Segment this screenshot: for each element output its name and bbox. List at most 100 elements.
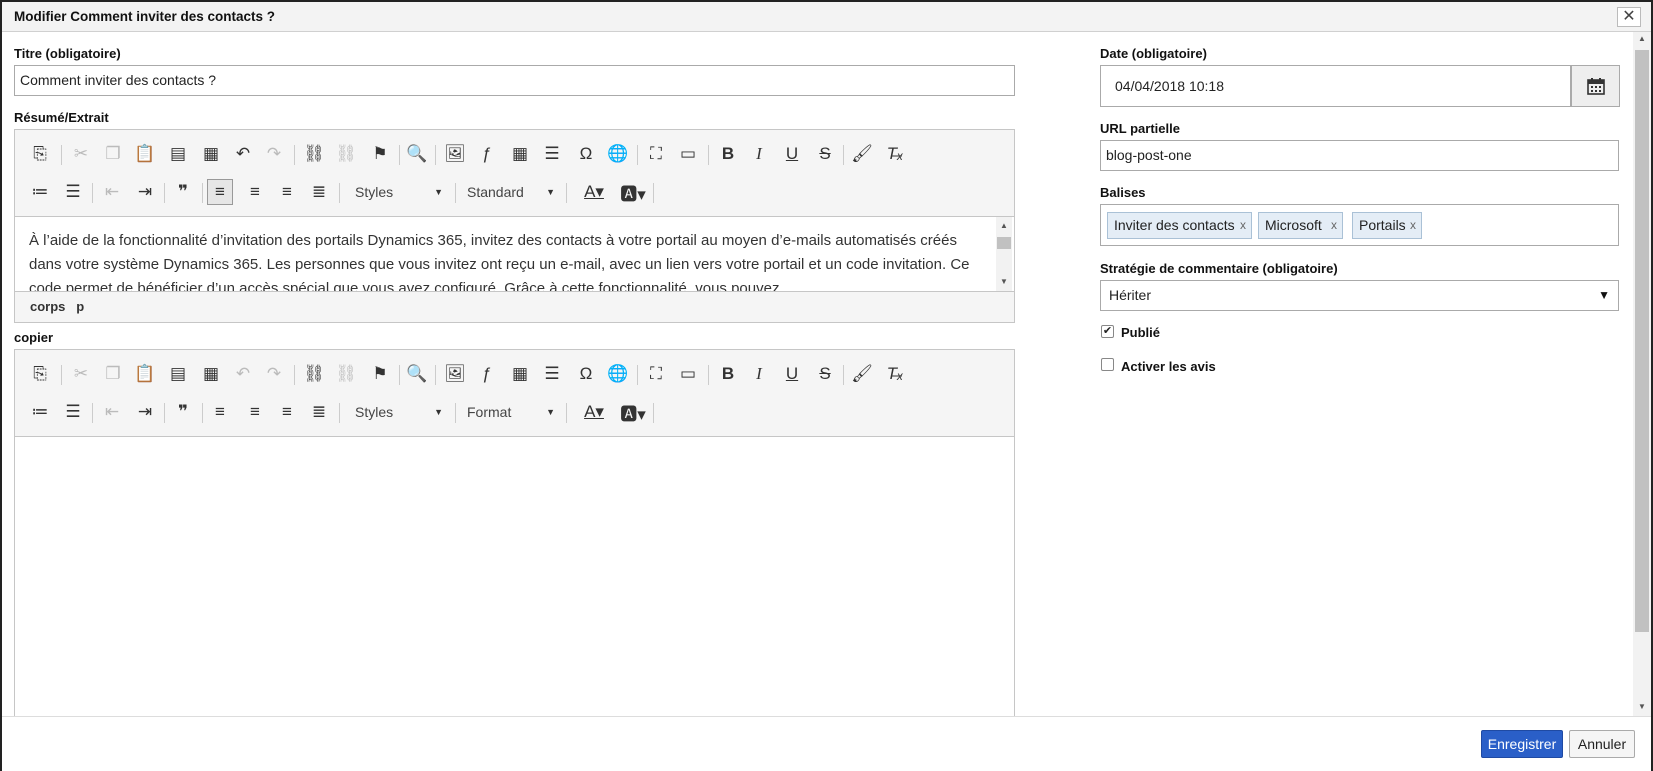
find-icon[interactable]: 🔍 xyxy=(404,141,430,167)
enable-reviews-checkbox[interactable] xyxy=(1101,358,1114,371)
align-right-icon[interactable]: ≡ xyxy=(274,399,300,425)
align-left-icon[interactable]: ≡ xyxy=(207,399,233,425)
show-blocks-icon[interactable]: ▭ xyxy=(675,141,701,167)
underline-icon[interactable]: U xyxy=(779,141,805,167)
remove-tag-icon[interactable]: x xyxy=(1410,213,1416,238)
background-color-icon[interactable]: 🅰▾ xyxy=(616,179,650,205)
outdent-icon[interactable]: ⇤ xyxy=(99,399,125,425)
cancel-button[interactable]: Annuler xyxy=(1569,730,1635,758)
cut-icon[interactable]: ✂ xyxy=(68,361,94,387)
summary-scrollbar[interactable]: ▲ ▼ xyxy=(996,217,1012,291)
summary-editor-content[interactable]: À l’aide de la fonctionnalité d’invitati… xyxy=(15,216,1014,292)
justify-icon[interactable]: ≣ xyxy=(306,179,332,205)
redo-icon[interactable]: ↷ xyxy=(261,141,287,167)
align-right-icon[interactable]: ≡ xyxy=(274,179,300,205)
scroll-up-icon[interactable]: ▲ xyxy=(1638,34,1646,43)
remove-tag-icon[interactable]: x xyxy=(1331,213,1337,238)
numbered-list-icon[interactable]: ≔ xyxy=(27,179,53,205)
copy-icon[interactable]: ❐ xyxy=(100,141,126,167)
scroll-down-icon[interactable]: ▼ xyxy=(1638,702,1646,711)
anchor-flag-icon[interactable]: ⚑ xyxy=(367,141,393,167)
image-icon[interactable]: 🖼 xyxy=(442,361,468,387)
path-item-body[interactable]: corps xyxy=(30,299,65,314)
blockquote-icon[interactable]: ❞ xyxy=(170,179,196,205)
horizontal-rule-icon[interactable]: ☰ xyxy=(539,141,565,167)
format-painter-icon[interactable]: 🖌 xyxy=(849,141,875,167)
save-button[interactable]: Enregistrer xyxy=(1481,730,1563,758)
anchor-flag-icon[interactable]: ⚑ xyxy=(367,361,393,387)
maximize-icon[interactable]: ⛶ xyxy=(643,361,669,387)
outdent-icon[interactable]: ⇤ xyxy=(99,179,125,205)
link-icon[interactable]: ⛓ xyxy=(301,141,327,167)
paste-text-icon[interactable]: ▤ xyxy=(165,141,191,167)
source-icon[interactable]: ⎘ xyxy=(27,141,53,167)
published-checkbox[interactable]: ✔ xyxy=(1101,325,1114,338)
scroll-thumb[interactable] xyxy=(1635,50,1649,632)
justify-icon[interactable]: ≣ xyxy=(306,399,332,425)
align-center-icon[interactable]: ≡ xyxy=(242,179,268,205)
italic-icon[interactable]: I xyxy=(746,141,772,167)
background-color-icon[interactable]: 🅰▾ xyxy=(616,399,650,425)
special-char-icon[interactable]: Ω xyxy=(573,141,599,167)
italic-icon[interactable]: I xyxy=(746,361,772,387)
bullet-list-icon[interactable]: ☰ xyxy=(60,399,86,425)
format-dropdown[interactable]: Format ▼ xyxy=(467,401,555,423)
bullet-list-icon[interactable]: ☰ xyxy=(60,179,86,205)
indent-icon[interactable]: ⇥ xyxy=(132,179,158,205)
unlink-icon[interactable]: ⛓ xyxy=(333,141,359,167)
cut-icon[interactable]: ✂ xyxy=(68,141,94,167)
paste-icon[interactable]: 📋 xyxy=(132,141,158,167)
text-color-icon[interactable]: A▾ xyxy=(577,179,611,205)
dialog-scrollbar[interactable]: ▲ ▼ xyxy=(1633,32,1651,716)
paste-icon[interactable]: 📋 xyxy=(132,361,158,387)
flash-icon[interactable]: ƒ xyxy=(474,361,500,387)
link-icon[interactable]: ⛓ xyxy=(301,361,327,387)
redo-icon[interactable]: ↷ xyxy=(261,361,287,387)
paste-word-icon[interactable]: ▦ xyxy=(198,141,224,167)
remove-format-icon[interactable]: T̶ₓ xyxy=(882,141,908,167)
horizontal-rule-icon[interactable]: ☰ xyxy=(539,361,565,387)
comment-policy-select[interactable]: Hériter ▼ xyxy=(1100,280,1619,311)
remove-format-icon[interactable]: T̶ₓ xyxy=(882,361,908,387)
undo-icon[interactable]: ↶ xyxy=(230,361,256,387)
numbered-list-icon[interactable]: ≔ xyxy=(27,399,53,425)
show-blocks-icon[interactable]: ▭ xyxy=(675,361,701,387)
styles-dropdown[interactable]: Styles ▼ xyxy=(355,401,443,423)
tags-input[interactable]: Inviter des contacts x Microsoft x Porta… xyxy=(1100,204,1619,246)
table-icon[interactable]: ▦ xyxy=(507,141,533,167)
remove-tag-icon[interactable]: x xyxy=(1240,213,1246,238)
indent-icon[interactable]: ⇥ xyxy=(132,399,158,425)
strikethrough-icon[interactable]: S xyxy=(812,361,838,387)
unlink-icon[interactable]: ⛓ xyxy=(333,361,359,387)
source-icon[interactable]: ⎘ xyxy=(27,361,53,387)
url-input[interactable]: blog-post-one xyxy=(1100,140,1619,171)
paste-text-icon[interactable]: ▤ xyxy=(165,361,191,387)
iframe-globe-icon[interactable]: 🌐 xyxy=(605,361,631,387)
blockquote-icon[interactable]: ❞ xyxy=(170,399,196,425)
format-dropdown[interactable]: Standard ▼ xyxy=(467,181,555,203)
align-center-icon[interactable]: ≡ xyxy=(242,399,268,425)
styles-dropdown[interactable]: Styles ▼ xyxy=(355,181,443,203)
maximize-icon[interactable]: ⛶ xyxy=(643,141,669,167)
align-left-icon[interactable]: ≡ xyxy=(207,179,233,205)
calendar-button[interactable] xyxy=(1571,65,1620,107)
find-icon[interactable]: 🔍 xyxy=(404,361,430,387)
special-char-icon[interactable]: Ω xyxy=(573,361,599,387)
table-icon[interactable]: ▦ xyxy=(507,361,533,387)
text-color-icon[interactable]: A▾ xyxy=(577,399,611,425)
scroll-thumb[interactable] xyxy=(997,237,1011,249)
strikethrough-icon[interactable]: S xyxy=(812,141,838,167)
bold-icon[interactable]: B xyxy=(715,361,741,387)
date-input[interactable]: 04/04/2018 10:18 xyxy=(1100,65,1571,107)
flash-icon[interactable]: ƒ xyxy=(474,141,500,167)
format-painter-icon[interactable]: 🖌 xyxy=(849,361,875,387)
scroll-up-icon[interactable]: ▲ xyxy=(1000,221,1008,230)
title-input[interactable]: Comment inviter des contacts ? xyxy=(14,65,1015,96)
underline-icon[interactable]: U xyxy=(779,361,805,387)
copy-icon[interactable]: ❐ xyxy=(100,361,126,387)
undo-icon[interactable]: ↶ xyxy=(230,141,256,167)
iframe-globe-icon[interactable]: 🌐 xyxy=(605,141,631,167)
close-icon[interactable]: ✕ xyxy=(1617,7,1641,27)
scroll-down-icon[interactable]: ▼ xyxy=(1000,277,1008,286)
image-icon[interactable]: 🖼 xyxy=(442,141,468,167)
